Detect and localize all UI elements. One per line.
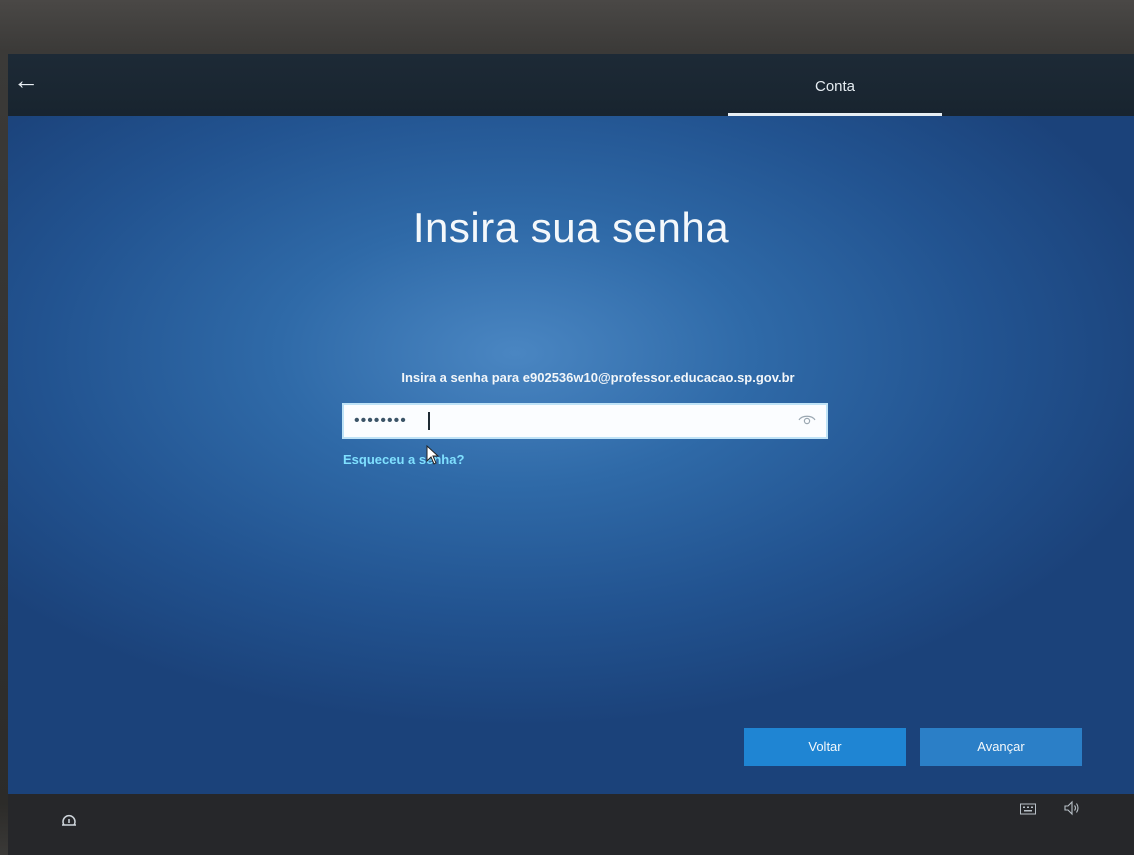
back-button[interactable]: Voltar [744, 728, 906, 766]
oobe-screen: ← Conta Insira sua senha Insira a senha … [8, 54, 1134, 855]
text-caret [428, 412, 430, 430]
mouse-pointer-icon [426, 445, 440, 465]
password-value: •••••••• [354, 412, 407, 429]
top-bar: ← Conta [8, 54, 1134, 116]
volume-icon[interactable] [1064, 800, 1080, 816]
main-content: Insira sua senha Insira a senha para e90… [8, 116, 1134, 794]
next-button[interactable]: Avançar [920, 728, 1082, 766]
tab-conta: Conta [728, 76, 942, 116]
password-prompt: Insira a senha para e902536w10@professor… [401, 370, 795, 385]
keyboard-icon[interactable] [1020, 803, 1036, 815]
bottom-bar [8, 794, 1134, 855]
password-input[interactable]: •••••••• [342, 403, 828, 439]
forgot-password-link[interactable]: Esqueceu a senha? [343, 452, 464, 467]
tab-label: Conta [814, 78, 856, 95]
ease-of-access-icon[interactable] [60, 813, 78, 831]
page-title: Insira sua senha [412, 204, 730, 251]
eye-icon[interactable] [798, 413, 816, 427]
back-arrow-icon[interactable]: ← [8, 62, 44, 98]
